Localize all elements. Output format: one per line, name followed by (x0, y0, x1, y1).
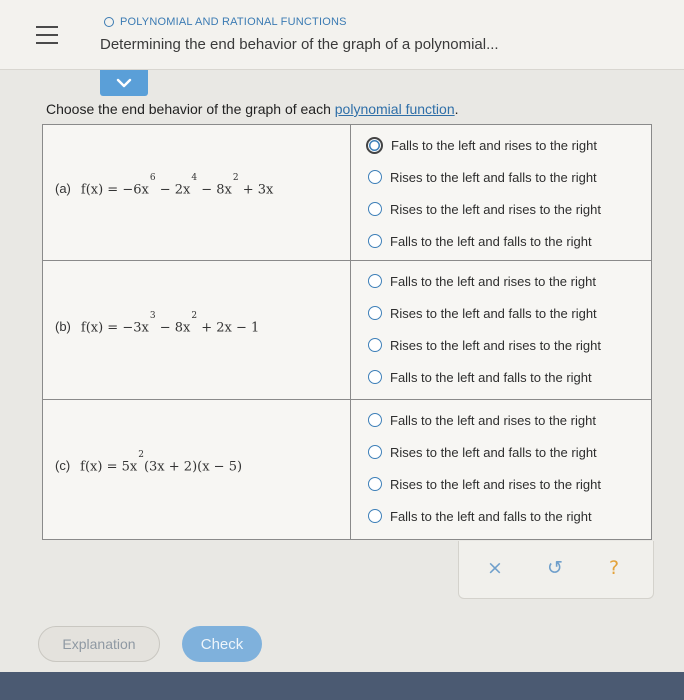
option-label: Falls to the left and rises to the right (390, 412, 596, 428)
problem-label: (c) (55, 458, 71, 474)
function-term: − 8x (197, 182, 232, 198)
option-label: Falls to the left and rises to the right (391, 137, 597, 153)
bottom-bar (0, 672, 684, 700)
option-label: Falls to the left and rises to the right (390, 273, 596, 289)
function-cell: (b) f(x) = −3x3 − 8x2 + 2x − 1 (43, 261, 351, 399)
options-cell: Falls to the left and rises to the right… (352, 400, 651, 539)
term-exponent: 4 (191, 173, 198, 183)
function-term: + 2x − 1 (197, 320, 260, 336)
option-label: Rises to the left and falls to the right (390, 169, 597, 185)
problem-label: (a) (55, 181, 71, 197)
menu-icon[interactable] (36, 26, 58, 44)
check-button[interactable]: Check (182, 626, 262, 662)
answer-tools: × ↺ ? (458, 541, 654, 599)
answer-option[interactable]: Falls to the left and falls to the right (368, 365, 592, 389)
radio-button[interactable] (368, 445, 382, 459)
function-term: (3x + 2)(x − 5) (143, 459, 243, 475)
function-term: − 2x (155, 182, 191, 198)
problem-row: (a) f(x) = −6x6 − 2x4 − 8x2 + 3x Falls to … (43, 125, 651, 261)
term-exponent: 6 (149, 173, 156, 183)
option-label: Rises to the left and falls to the right (390, 305, 597, 321)
prompt-end: . (454, 101, 459, 117)
problem-table: (a) f(x) = −6x6 − 2x4 − 8x2 + 3x Falls to … (42, 124, 652, 540)
answer-option[interactable]: Falls to the left and falls to the right (368, 504, 592, 528)
function-term: −3x (122, 320, 149, 336)
chevron-down-icon (116, 78, 132, 88)
topic-breadcrumb[interactable]: POLYNOMIAL AND RATIONAL FUNCTIONS (104, 16, 347, 28)
help-icon[interactable]: ? (609, 557, 619, 579)
option-label: Rises to the left and rises to the right (390, 201, 601, 217)
radio-button[interactable] (368, 413, 382, 427)
function-term: − 8x (155, 320, 191, 336)
explanation-button[interactable]: Explanation (38, 626, 160, 662)
option-label: Rises to the left and rises to the right (390, 337, 601, 353)
problem-row: (b) f(x) = −3x3 − 8x2 + 2x − 1 Falls to th… (43, 261, 651, 400)
radio-button[interactable] (368, 234, 382, 248)
function-cell: (c) f(x) = 5x2(3x + 2)(x − 5) (43, 400, 351, 539)
expand-toggle-button[interactable] (100, 70, 148, 96)
function-expression: (c) f(x) = 5x2(3x + 2)(x − 5) (55, 450, 243, 475)
undo-icon[interactable]: ↺ (547, 557, 563, 579)
question-prompt: Choose the end behavior of the graph of … (46, 101, 459, 117)
option-label: Falls to the left and falls to the right (390, 508, 592, 524)
option-label: Rises to the left and falls to the right (390, 444, 597, 460)
topic-progress-icon (104, 17, 114, 27)
radio-button[interactable] (368, 477, 382, 491)
options-cell: Falls to the left and rises to the right… (352, 125, 651, 260)
answer-option[interactable]: Rises to the left and falls to the right (368, 301, 597, 325)
function-term: + 3x (238, 182, 274, 198)
polynomial-function-link[interactable]: polynomial function (335, 101, 455, 117)
page-title: Determining the end behavior of the grap… (100, 36, 499, 53)
answer-option[interactable]: Falls to the left and rises to the right (368, 269, 596, 293)
radio-button[interactable] (368, 338, 382, 352)
radio-button[interactable] (368, 306, 382, 320)
clear-icon[interactable]: × (487, 557, 503, 579)
top-bar: POLYNOMIAL AND RATIONAL FUNCTIONS Determ… (0, 0, 684, 70)
prompt-text: Choose the end behavior of the graph of … (46, 101, 335, 117)
term-exponent: 3 (149, 311, 156, 321)
answer-option[interactable]: Rises to the left and falls to the right (368, 440, 597, 464)
function-term: 5x (121, 459, 138, 475)
problem-row: (c) f(x) = 5x2(3x + 2)(x − 5) Falls to the… (43, 400, 651, 539)
radio-button[interactable] (368, 170, 382, 184)
radio-button[interactable] (368, 370, 382, 384)
radio-button[interactable] (368, 509, 382, 523)
function-cell: (a) f(x) = −6x6 − 2x4 − 8x2 + 3x (43, 125, 351, 260)
problem-label: (b) (55, 319, 71, 335)
radio-button[interactable] (366, 136, 383, 154)
function-expression: (b) f(x) = −3x3 − 8x2 + 2x − 1 (55, 311, 260, 336)
term-exponent: 2 (191, 311, 198, 321)
answer-option[interactable]: Rises to the left and falls to the right (368, 165, 597, 189)
radio-button[interactable] (368, 202, 382, 216)
function-lhs: f(x) = (80, 459, 122, 475)
answer-option[interactable]: Rises to the left and rises to the right (368, 333, 601, 357)
term-exponent: 2 (138, 450, 144, 460)
answer-option[interactable]: Rises to the left and rises to the right (368, 472, 601, 496)
option-label: Rises to the left and rises to the right (390, 476, 601, 492)
answer-option[interactable]: Falls to the left and rises to the right (368, 408, 596, 432)
function-lhs: f(x) = (80, 320, 123, 336)
function-lhs: f(x) = (80, 182, 123, 198)
function-term: −6x (122, 182, 149, 198)
option-label: Falls to the left and falls to the right (390, 233, 592, 249)
function-expression: (a) f(x) = −6x6 − 2x4 − 8x2 + 3x (55, 173, 274, 198)
option-label: Falls to the left and falls to the right (390, 369, 592, 385)
term-exponent: 2 (232, 173, 239, 183)
options-cell: Falls to the left and rises to the right… (352, 261, 651, 399)
answer-option[interactable]: Falls to the left and falls to the right (368, 229, 592, 253)
radio-button[interactable] (368, 274, 382, 288)
answer-option[interactable]: Rises to the left and rises to the right (368, 197, 601, 221)
answer-option[interactable]: Falls to the left and rises to the right (366, 133, 597, 157)
topic-label: POLYNOMIAL AND RATIONAL FUNCTIONS (120, 16, 347, 28)
